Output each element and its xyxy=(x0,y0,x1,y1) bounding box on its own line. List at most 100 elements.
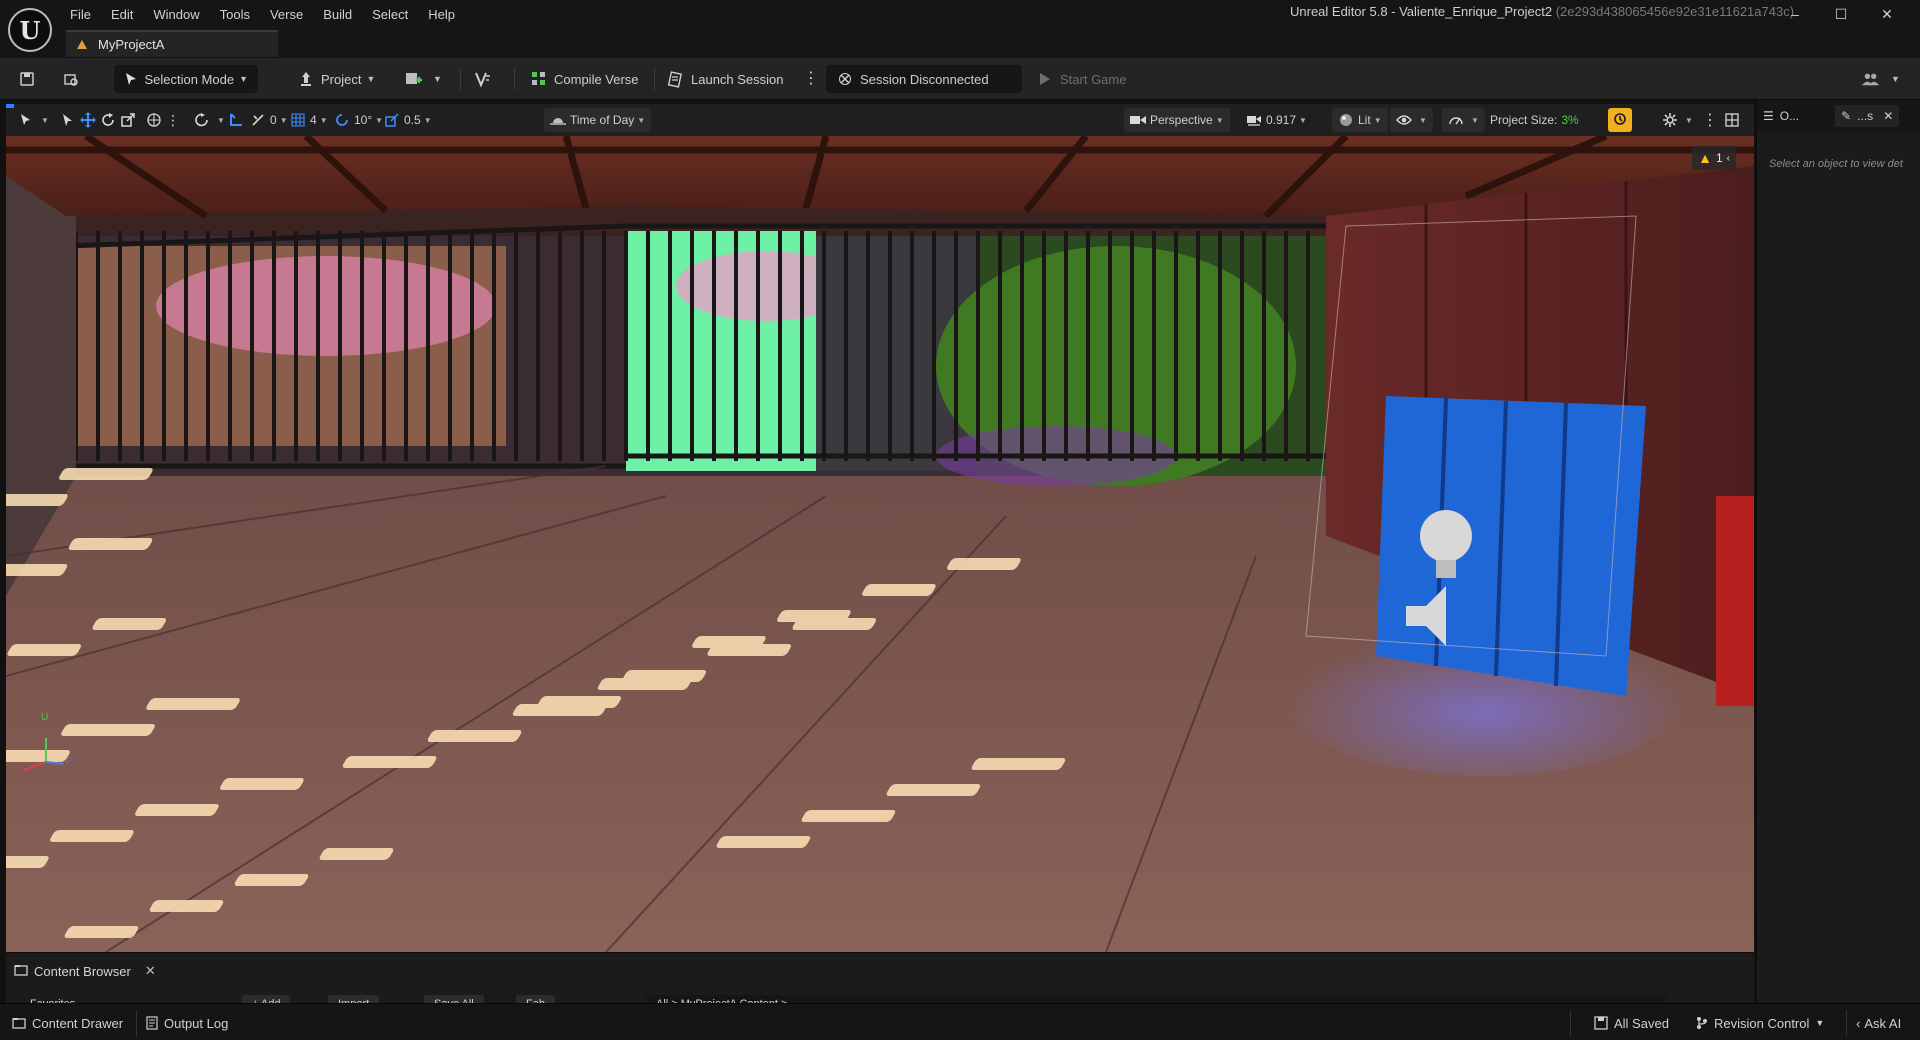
location-snap-dropdown[interactable]: 0 ▼ xyxy=(250,108,288,132)
performance-dropdown[interactable]: ▼ xyxy=(1442,108,1485,132)
surface-snap-button[interactable] xyxy=(228,108,248,132)
launch-session-button[interactable]: Launch Session xyxy=(667,65,784,93)
unreal-logo-icon[interactable]: U xyxy=(8,8,52,52)
import-button[interactable]: Import xyxy=(328,995,380,1003)
translate-tool-button[interactable] xyxy=(80,108,100,132)
revision-control-dropdown[interactable]: Revision Control ▼ xyxy=(1696,1012,1824,1034)
project-dropdown[interactable]: Project ▼ xyxy=(297,65,375,93)
add-actor-icon xyxy=(404,70,422,88)
chevron-down-icon: ▼ xyxy=(423,115,432,125)
verse-button[interactable] xyxy=(474,65,498,93)
warnings-badge[interactable]: ▲ 1 ‹ xyxy=(1692,146,1736,170)
status-divider xyxy=(1570,1010,1571,1036)
menu-select[interactable]: Select xyxy=(362,4,418,25)
window-controls: – ☐ ✕ xyxy=(1772,2,1910,26)
chevron-down-icon: ▼ xyxy=(1815,1018,1825,1028)
close-icon[interactable]: ✕ xyxy=(145,963,156,979)
content-browser-toolbar: Favorites + Add Import Save All Fab All … xyxy=(6,989,1754,1003)
menu-build[interactable]: Build xyxy=(313,4,362,25)
perspective-label: Perspective xyxy=(1150,113,1213,127)
menu-edit[interactable]: Edit xyxy=(101,4,143,25)
rotate-tool-button[interactable] xyxy=(100,108,120,132)
select-tool-button[interactable] xyxy=(60,108,80,132)
content-browser-tab-label: Content Browser xyxy=(34,963,131,979)
content-browser-tab[interactable]: Content Browser ✕ xyxy=(6,959,164,983)
fab-button[interactable]: Fab xyxy=(516,995,555,1003)
menu-help[interactable]: Help xyxy=(418,4,465,25)
viewport-layout-button[interactable] xyxy=(1724,108,1744,132)
scene-render xyxy=(6,136,1754,952)
active-viewport-indicator xyxy=(6,104,14,108)
translate-icon xyxy=(80,112,96,128)
close-button[interactable]: ✕ xyxy=(1864,2,1910,26)
menu-window[interactable]: Window xyxy=(143,4,209,25)
eye-icon xyxy=(1396,112,1412,128)
close-tab-icon[interactable]: ✕ xyxy=(1883,109,1893,123)
coordinate-system-button[interactable]: ⋮ xyxy=(146,108,180,132)
session-status[interactable]: Session Disconnected xyxy=(826,65,1022,93)
add-button[interactable]: + Add xyxy=(242,995,291,1003)
chevron-down-icon: ▼ xyxy=(217,115,225,125)
level-viewport[interactable]: U F ▲ 1 ‹ xyxy=(6,136,1754,952)
add-actor-dropdown[interactable]: ▼ xyxy=(404,65,442,93)
launch-session-label: Launch Session xyxy=(691,71,784,87)
camera-speed-value: 0.917 xyxy=(1266,113,1297,127)
window-title: Unreal Editor 5.8 - Valiente_Enrique_Pro… xyxy=(1290,4,1794,19)
select-mode-dropdown[interactable]: ▼ xyxy=(18,108,49,132)
users-icon xyxy=(1862,70,1880,88)
chevron-down-icon: ▼ xyxy=(1419,115,1427,125)
save-all-button[interactable]: Save All xyxy=(424,995,484,1003)
viewport-settings-dropdown[interactable]: ▼ xyxy=(1662,108,1693,132)
show-flags-dropdown[interactable]: ▼ xyxy=(1390,108,1433,132)
all-saved-status[interactable]: All Saved xyxy=(1594,1012,1669,1034)
project-label: Project xyxy=(321,71,362,87)
start-game-button[interactable]: Start Game xyxy=(1036,65,1126,93)
minimize-button[interactable]: – xyxy=(1772,2,1818,26)
scale-tool-button[interactable] xyxy=(120,108,140,132)
start-game-label: Start Game xyxy=(1060,71,1127,87)
tab-details[interactable]: ✎ ...s ✕ xyxy=(1835,105,1900,127)
output-log-button[interactable]: Output Log xyxy=(146,1012,228,1034)
output-log-label: Output Log xyxy=(164,1015,229,1031)
menu-tools[interactable]: Tools xyxy=(210,4,260,25)
kebab-menu-icon: ⋮ xyxy=(166,111,180,128)
tab-outliner[interactable]: ☰ O... xyxy=(1763,109,1799,123)
main-toolbar: Selection Mode ▼ Project ▼ ▼ Compile Ver… xyxy=(0,58,1920,100)
view-mode-dropdown[interactable]: Lit ▼ xyxy=(1332,108,1388,132)
session-options-button[interactable]: ⋮ xyxy=(803,65,819,93)
browse-button[interactable] xyxy=(62,65,86,93)
revision-control-label: Revision Control xyxy=(1714,1015,1810,1031)
ask-ai-button[interactable]: ‹ Ask AI xyxy=(1856,1012,1901,1034)
rotation-snap-dropdown[interactable]: ▼ xyxy=(194,108,225,132)
view-mode-label: Lit xyxy=(1358,113,1371,127)
compile-verse-button[interactable]: Compile Verse xyxy=(530,65,639,93)
scale-icon xyxy=(120,112,136,128)
grid-snap-dropdown[interactable]: 4 ▼ xyxy=(290,108,328,132)
viewport-options-button[interactable]: ⋮ xyxy=(1702,108,1718,132)
maximize-button[interactable]: ☐ xyxy=(1818,2,1864,26)
selection-mode-dropdown[interactable]: Selection Mode ▼ xyxy=(114,65,258,93)
rotation-snap-icon xyxy=(194,112,210,128)
level-tab[interactable]: MyProjectA xyxy=(66,30,278,57)
menu-file[interactable]: File xyxy=(60,4,101,25)
all-saved-label: All Saved xyxy=(1614,1015,1669,1031)
path-breadcrumb[interactable]: All > MyProjectA Content > xyxy=(646,995,1666,1003)
angle-snap-dropdown[interactable]: 10° ▼ xyxy=(334,108,383,132)
scale-snap-dropdown[interactable]: 0.5 ▼ xyxy=(384,108,432,132)
favorites-toggle[interactable]: Favorites xyxy=(20,995,85,1003)
chevron-left-icon: ‹ xyxy=(1726,152,1730,164)
save-button[interactable] xyxy=(18,65,42,93)
time-of-day-dropdown[interactable]: Time of Day ▼ xyxy=(544,108,652,132)
perspective-dropdown[interactable]: Perspective ▼ xyxy=(1124,108,1230,132)
realtime-toggle-button[interactable] xyxy=(1608,108,1632,132)
menu-bar: File Edit Window Tools Verse Build Selec… xyxy=(60,4,465,25)
content-drawer-button[interactable]: Content Drawer xyxy=(12,1012,123,1034)
verse-icon xyxy=(474,70,492,88)
window-title-hash: (2e293d438065456e92e31e11621a743c) xyxy=(1555,4,1795,19)
menu-verse[interactable]: Verse xyxy=(260,4,313,25)
grid-icon xyxy=(290,112,306,128)
arrow-cursor-icon xyxy=(60,112,76,128)
details-empty-hint: Select an object to view det xyxy=(1769,158,1903,170)
camera-speed-dropdown[interactable]: 0.917 ▼ xyxy=(1246,108,1307,132)
collaboration-dropdown[interactable]: ▼ xyxy=(1862,65,1900,93)
